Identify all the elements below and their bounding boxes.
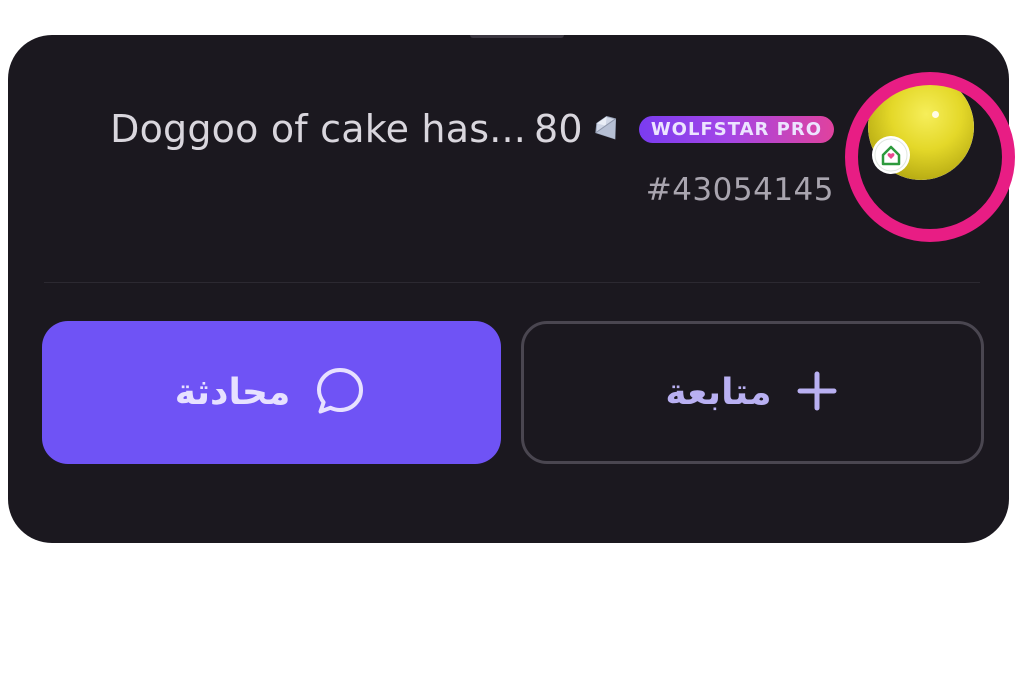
diamond-count: 80 <box>534 107 583 151</box>
profile-header-row: Doggoo of cake has... 80 WOLFSTAR PRO <box>110 107 834 151</box>
divider <box>44 282 980 283</box>
gem-icon <box>591 112 625 146</box>
profile-name: Doggoo of cake has... <box>110 107 527 151</box>
chat-button[interactable]: محادثة <box>42 321 501 464</box>
house-badge-icon <box>872 136 910 174</box>
profile-card: Doggoo of cake has... 80 WOLFSTAR PRO #4… <box>8 35 1009 543</box>
follow-button-label: متابعة <box>665 372 772 413</box>
user-id: #43054145 <box>645 172 834 208</box>
plus-icon <box>794 368 840 418</box>
chat-button-label: محادثة <box>174 372 291 413</box>
follow-button[interactable]: متابعة <box>521 321 984 464</box>
chat-bubble-icon <box>312 363 368 423</box>
wolfstar-pro-badge: WOLFSTAR PRO <box>638 115 834 143</box>
drag-handle <box>470 35 564 38</box>
avatar-highlight <box>932 111 939 118</box>
